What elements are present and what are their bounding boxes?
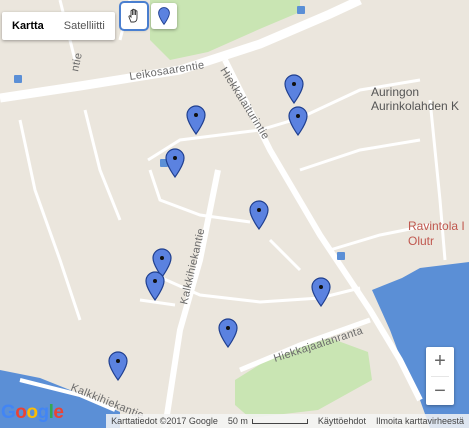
zoom-out-button[interactable]: − (426, 377, 454, 406)
map-marker[interactable] (284, 74, 304, 104)
map-marker[interactable] (288, 106, 308, 136)
map-marker[interactable] (145, 271, 165, 301)
map[interactable]: Leikosaarentie Hiekkalaiturintie Kalkkih… (0, 0, 469, 428)
poi-label: Ravintola I (408, 219, 465, 233)
pan-hand-button[interactable] (119, 1, 149, 31)
zoom-in-button[interactable]: + (426, 347, 454, 376)
water-east (372, 262, 469, 428)
road-kalkkihiekantie (162, 169, 221, 428)
add-marker-button[interactable] (151, 3, 177, 29)
google-logo[interactable]: Google (1, 402, 64, 424)
street-label: Hiekkalaiturintie (217, 65, 271, 142)
hand-icon (128, 8, 138, 23)
scale-label: 50 m (227, 416, 248, 426)
map-data-attribution: Karttatiedot ©2017 Google (111, 416, 218, 426)
map-marker[interactable] (249, 200, 269, 230)
map-type-control: Kartta Satelliitti (2, 12, 115, 40)
scale-indicator[interactable]: 50 m (223, 416, 313, 426)
map-marker[interactable] (218, 318, 238, 348)
street-label: Leikosaarentie (129, 59, 206, 83)
zoom-control: + − (426, 347, 454, 405)
poi-label: Auringon (371, 85, 419, 99)
report-error-link[interactable]: Ilmoita karttavirheestä (371, 416, 469, 426)
map-footer: Karttatiedot ©2017 Google 50 m Käyttöehd… (106, 414, 469, 428)
poi-label: Olutr (408, 234, 434, 248)
map-canvas[interactable]: Leikosaarentie Hiekkalaiturintie Kalkkih… (0, 0, 469, 428)
bus-stop-icon (337, 252, 345, 260)
marker-icon (158, 7, 170, 26)
map-marker[interactable] (108, 351, 128, 381)
bus-stop-icon (297, 6, 305, 14)
street-label: ntie (69, 52, 85, 73)
map-type-satellite-button[interactable]: Satelliitti (54, 12, 115, 40)
terms-link[interactable]: Käyttöehdot (313, 416, 371, 426)
minor-roads (18, 0, 447, 321)
map-marker[interactable] (311, 277, 331, 307)
poi-label: Aurinkolahden K (371, 99, 459, 113)
map-marker[interactable] (186, 105, 206, 135)
bus-stop-icon (14, 75, 22, 83)
scale-bar (251, 418, 308, 424)
map-type-map-button[interactable]: Kartta (2, 12, 54, 40)
map-marker[interactable] (165, 148, 185, 178)
